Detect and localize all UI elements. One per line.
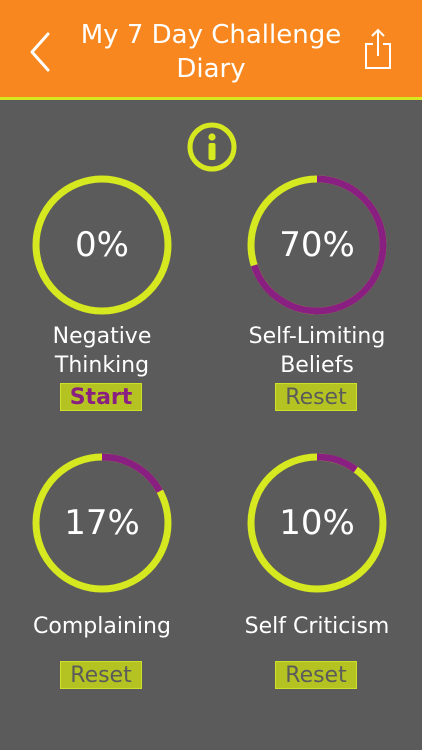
- challenge-label: Negative Thinking: [0, 322, 204, 380]
- challenge-label: Complaining: [0, 612, 204, 641]
- challenge-label-line-1: Self Criticism: [244, 614, 390, 639]
- reset-button[interactable]: Reset: [275, 661, 357, 689]
- reset-button[interactable]: Reset: [275, 383, 357, 411]
- page-title-line-1: My 7 Day Challenge: [80, 20, 342, 50]
- chevron-left-icon[interactable]: [26, 30, 56, 74]
- progress-percent: 17%: [64, 503, 140, 543]
- progress-percent: 10%: [279, 503, 355, 543]
- info-icon[interactable]: [186, 121, 238, 173]
- challenge-label-line-1: Complaining: [33, 614, 171, 639]
- progress-percent: 70%: [279, 225, 355, 265]
- challenge-label-line-2: Thinking: [54, 353, 150, 378]
- challenge-label-line-1: Self-Limiting: [248, 324, 386, 349]
- app-header: My 7 Day Challenge Diary: [0, 0, 422, 100]
- page-title-line-2: Diary: [176, 54, 246, 84]
- progress-percent: 0%: [75, 225, 129, 265]
- page-title: My 7 Day Challenge Diary: [60, 18, 362, 86]
- challenge-label: Self Criticism: [215, 612, 419, 641]
- challenge-label-line-1: Negative: [52, 324, 152, 349]
- challenge-label: Self-Limiting Beliefs: [215, 322, 419, 380]
- reset-button[interactable]: Reset: [60, 661, 142, 689]
- share-icon[interactable]: [362, 26, 394, 72]
- challenge-label-line-2: Beliefs: [280, 353, 354, 378]
- start-button[interactable]: Start: [60, 383, 142, 411]
